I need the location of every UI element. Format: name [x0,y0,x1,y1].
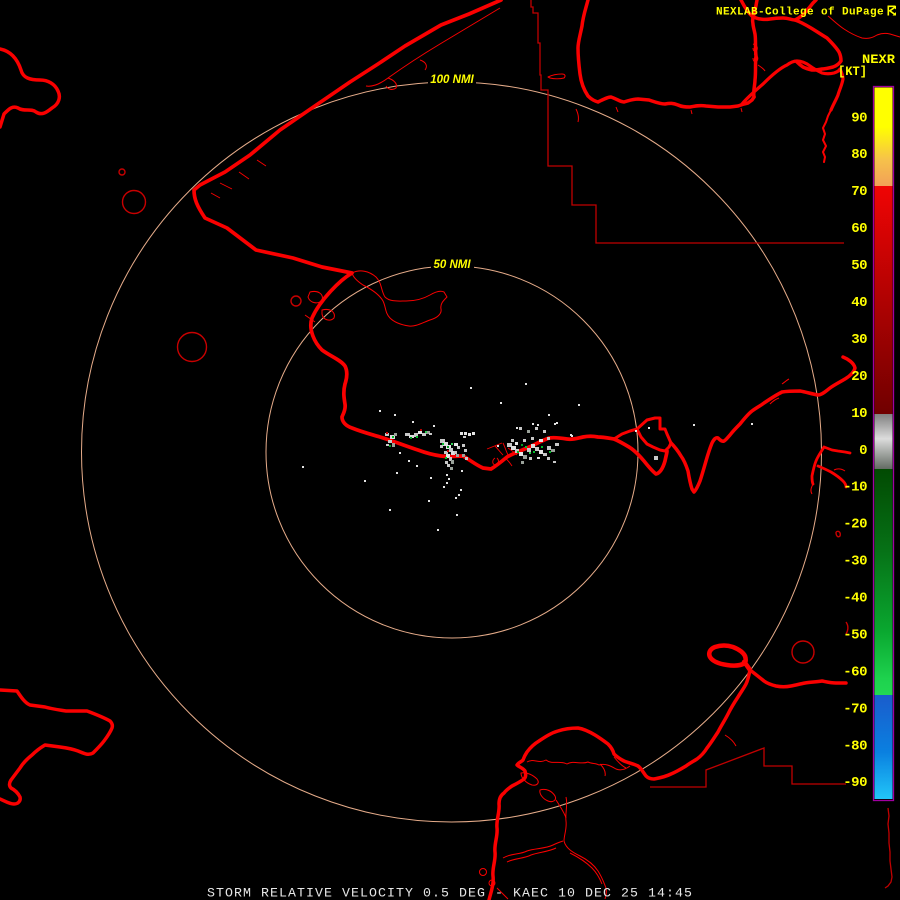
svg-text:-30: -30 [843,554,867,570]
svg-text:80: 80 [851,147,867,163]
svg-text:NEXLAB-College of DuPage: NEXLAB-College of DuPage [716,7,884,19]
svg-text:-40: -40 [843,591,867,607]
svg-text:STORM RELATIVE VELOCITY 0.5 DE: STORM RELATIVE VELOCITY 0.5 DEG - KAEC 1… [207,886,693,900]
svg-text:40: 40 [851,295,867,311]
svg-text:-70: -70 [843,701,867,717]
svg-text:60: 60 [851,221,867,237]
svg-text:30: 30 [851,332,867,348]
svg-text:NEXR: NEXR [862,53,896,67]
svg-text:10: 10 [851,406,867,422]
svg-text:70: 70 [851,184,867,200]
svg-text:0: 0 [859,443,867,459]
svg-text:-10: -10 [843,480,867,496]
svg-text:90: 90 [851,110,867,126]
svg-text:-20: -20 [843,517,867,533]
svg-text:-90: -90 [843,775,867,791]
svg-text:[KT]: [KT] [838,65,867,79]
svg-text:20: 20 [851,369,867,385]
svg-text:50 NMI: 50 NMI [433,259,471,271]
svg-text:-60: -60 [843,664,867,680]
svg-text:100 NMI: 100 NMI [430,74,474,86]
svg-text:50: 50 [851,258,867,274]
svg-text:-80: -80 [843,738,867,754]
svg-text:-50: -50 [843,628,867,644]
